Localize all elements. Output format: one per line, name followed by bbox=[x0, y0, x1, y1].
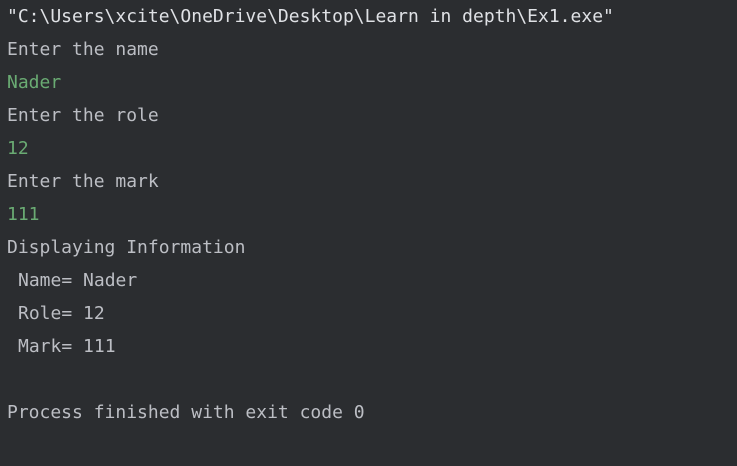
prompt-enter-role: Enter the role bbox=[7, 105, 159, 126]
display-information-header: Displaying Information bbox=[7, 237, 246, 258]
process-status-line: Process finished with exit code 0 bbox=[7, 402, 365, 423]
run-console-output[interactable]: "C:\Users\xcite\OneDrive\Desktop\Learn i… bbox=[0, 0, 737, 466]
executable-path-line: "C:\Users\xcite\OneDrive\Desktop\Learn i… bbox=[7, 6, 614, 27]
user-input-mark: 111 bbox=[7, 204, 40, 225]
prompt-enter-name: Enter the name bbox=[7, 39, 159, 60]
output-mark-line: Mark= 111 bbox=[18, 336, 116, 357]
output-name-line: Name= Nader bbox=[18, 270, 138, 291]
prompt-enter-mark: Enter the mark bbox=[7, 171, 159, 192]
user-input-role: 12 bbox=[7, 138, 29, 159]
output-role-line: Role= 12 bbox=[18, 303, 105, 324]
user-input-name: Nader bbox=[7, 72, 62, 93]
